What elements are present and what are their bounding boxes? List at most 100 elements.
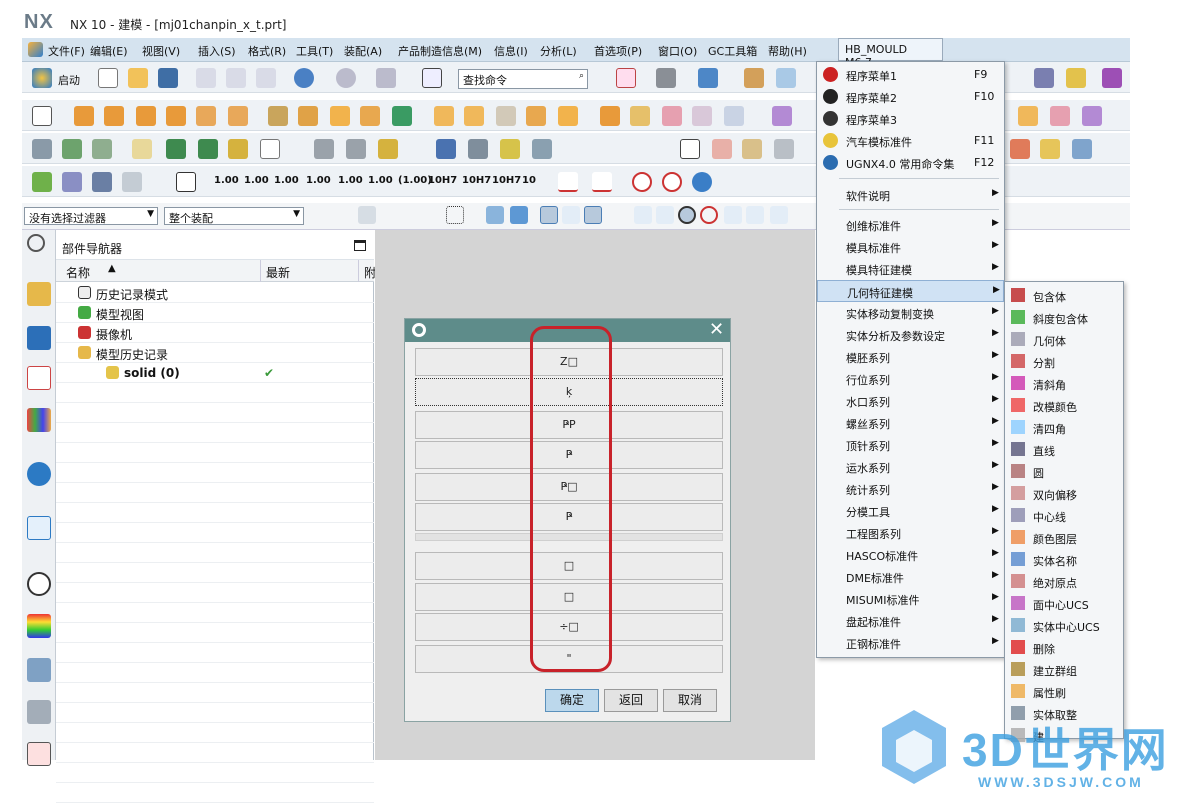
assembly-scope-select[interactable]: 整个装配 ▼ (164, 207, 304, 225)
surface-finish-icon[interactable] (558, 172, 578, 192)
hb-menu-item[interactable]: 水口系列 ▶ (817, 390, 1004, 412)
hb-menu-item[interactable]: 模具特征建模 ▶ (817, 258, 1004, 280)
ordinate-icon[interactable] (176, 172, 196, 192)
menu-hb-mould[interactable]: HB_MOULD M6.7 (838, 38, 943, 69)
part-navigator-icon[interactable] (27, 282, 51, 306)
hb-menu-item[interactable]: DME标准件 ▶ (817, 566, 1004, 588)
cylinder-icon[interactable] (166, 106, 186, 126)
mirror-icon[interactable] (662, 106, 682, 126)
table-row[interactable]: 模型历史记录 (56, 343, 374, 363)
dialog-gear-icon[interactable] (412, 323, 426, 337)
layer-category-icon[interactable] (92, 139, 112, 159)
dimension-tool-label[interactable]: 1.00 (368, 175, 393, 186)
shell-icon[interactable] (526, 106, 546, 126)
dimension-tool-label[interactable]: 1.00 (214, 175, 239, 186)
snap-point-icon[interactable] (1102, 68, 1122, 88)
drawing-template-icon[interactable] (27, 742, 51, 766)
cut-icon[interactable] (196, 68, 216, 88)
subtract-icon[interactable] (360, 106, 380, 126)
fit-view-icon[interactable] (616, 68, 636, 88)
text-tool-icon[interactable] (260, 139, 280, 159)
sew-icon[interactable] (1050, 106, 1070, 126)
geometry-menu-item[interactable]: 绝对原点 (1005, 570, 1123, 592)
edge-blend-icon[interactable] (434, 106, 454, 126)
hb-menu-item[interactable]: 行位系列 ▶ (817, 368, 1004, 390)
axis-icon[interactable] (122, 172, 142, 192)
wave-linker-icon[interactable] (166, 139, 186, 159)
hb-menu-item[interactable]: 实体移动复制变换 ▶ (817, 302, 1004, 324)
paste-icon[interactable] (256, 68, 276, 88)
curve-edit-icon[interactable] (1072, 139, 1092, 159)
menu-item[interactable]: 工具(T) (296, 43, 333, 59)
table-row[interactable]: 历史记录模式 (56, 283, 374, 303)
geometry-menu-item[interactable]: 删除 (1005, 636, 1123, 658)
dimension-tool-label[interactable]: 1.00 (274, 175, 299, 186)
menu-item[interactable]: 帮助(H) (768, 43, 807, 59)
hb-menu-item[interactable]: UGNX4.0 常用命令集 F12 (817, 152, 1004, 174)
diameter-icon[interactable] (632, 172, 652, 192)
new-file-icon[interactable] (98, 68, 118, 88)
pattern-icon[interactable] (298, 106, 318, 126)
app-menu-icon[interactable] (28, 42, 43, 57)
geometry-menu-item[interactable]: 实体中心UCS (1005, 614, 1123, 636)
hb-menu-item[interactable]: 程序菜单1 F9 (817, 64, 1004, 86)
layer-settings-icon[interactable] (62, 139, 82, 159)
assembly-navigator-icon[interactable] (27, 326, 51, 350)
offset-face-icon[interactable] (558, 106, 578, 126)
hb-menu-item[interactable]: 模具标准件 ▶ (817, 236, 1004, 258)
menu-item[interactable]: 视图(V) (142, 43, 180, 59)
constraint-icon[interactable] (198, 139, 218, 159)
diameter-2-icon[interactable] (662, 172, 682, 192)
web-browser-icon[interactable] (27, 516, 51, 540)
select-body-icon[interactable] (486, 206, 504, 224)
dimension-icon[interactable] (378, 139, 398, 159)
note-icon[interactable] (132, 139, 152, 159)
check-icon[interactable] (32, 172, 52, 192)
hb-menu-item[interactable]: 程序菜单3 (817, 108, 1004, 130)
trim-sheet-icon[interactable] (1018, 106, 1038, 126)
move-body-icon[interactable] (92, 172, 112, 192)
eraser-icon[interactable] (1010, 139, 1030, 159)
geometry-menu-item[interactable]: 颜色图层 (1005, 526, 1123, 548)
close-icon[interactable]: ✕ (709, 319, 724, 340)
block-icon[interactable] (136, 106, 156, 126)
geometry-menu-item[interactable]: 中心线 (1005, 504, 1123, 526)
table-row[interactable]: 模型视图 (56, 303, 374, 323)
menu-item[interactable]: 窗口(O) (658, 43, 697, 59)
edit-section-icon[interactable] (776, 68, 796, 88)
hb-menu-item[interactable]: 汽车模标准件 F11 (817, 130, 1004, 152)
free-form-icon[interactable] (1040, 139, 1060, 159)
cancel-button[interactable]: 取消 (663, 689, 717, 712)
menu-item[interactable]: 插入(S) (198, 43, 236, 59)
sphere-icon[interactable] (228, 106, 248, 126)
spring-icon[interactable] (468, 139, 488, 159)
geometry-menu-item[interactable]: 建立群组 (1005, 658, 1123, 680)
tool-palette-icon[interactable] (27, 658, 51, 682)
geometry-menu-item[interactable]: 改模颜色 (1005, 394, 1123, 416)
dimension-tool-label[interactable]: 10 (522, 175, 536, 186)
hb-menu-item[interactable]: MISUMI标准件 ▶ (817, 588, 1004, 610)
chamfer-icon[interactable] (464, 106, 484, 126)
assembly-icon[interactable] (32, 139, 52, 159)
snap-face-icon[interactable] (770, 206, 788, 224)
snap-icon[interactable] (358, 206, 376, 224)
menu-item[interactable]: 首选项(P) (594, 43, 642, 59)
geometry-menu-item[interactable]: 包含体 (1005, 284, 1123, 306)
geometry-menu-item[interactable]: 直线 (1005, 438, 1123, 460)
grid-edit-icon[interactable] (742, 139, 762, 159)
start-icon[interactable] (32, 68, 52, 88)
palette-icon[interactable] (27, 614, 51, 638)
view-orient-icon[interactable] (698, 68, 718, 88)
draft-icon[interactable] (496, 106, 516, 126)
hb-menu-item[interactable]: 统计系列 ▶ (817, 478, 1004, 500)
drawing-icon[interactable] (774, 139, 794, 159)
hb-menu-item[interactable]: 正钢标准件 ▶ (817, 632, 1004, 654)
gear-icon[interactable] (532, 139, 552, 159)
menu-item[interactable]: 装配(A) (344, 43, 382, 59)
component-icon[interactable] (228, 139, 248, 159)
layer-icon[interactable] (744, 68, 764, 88)
dimension-tool-label[interactable]: 10H7 (492, 175, 521, 186)
snap-midpoint-icon[interactable] (562, 206, 580, 224)
history-clock-icon[interactable] (27, 572, 51, 596)
info-icon[interactable] (27, 462, 51, 486)
